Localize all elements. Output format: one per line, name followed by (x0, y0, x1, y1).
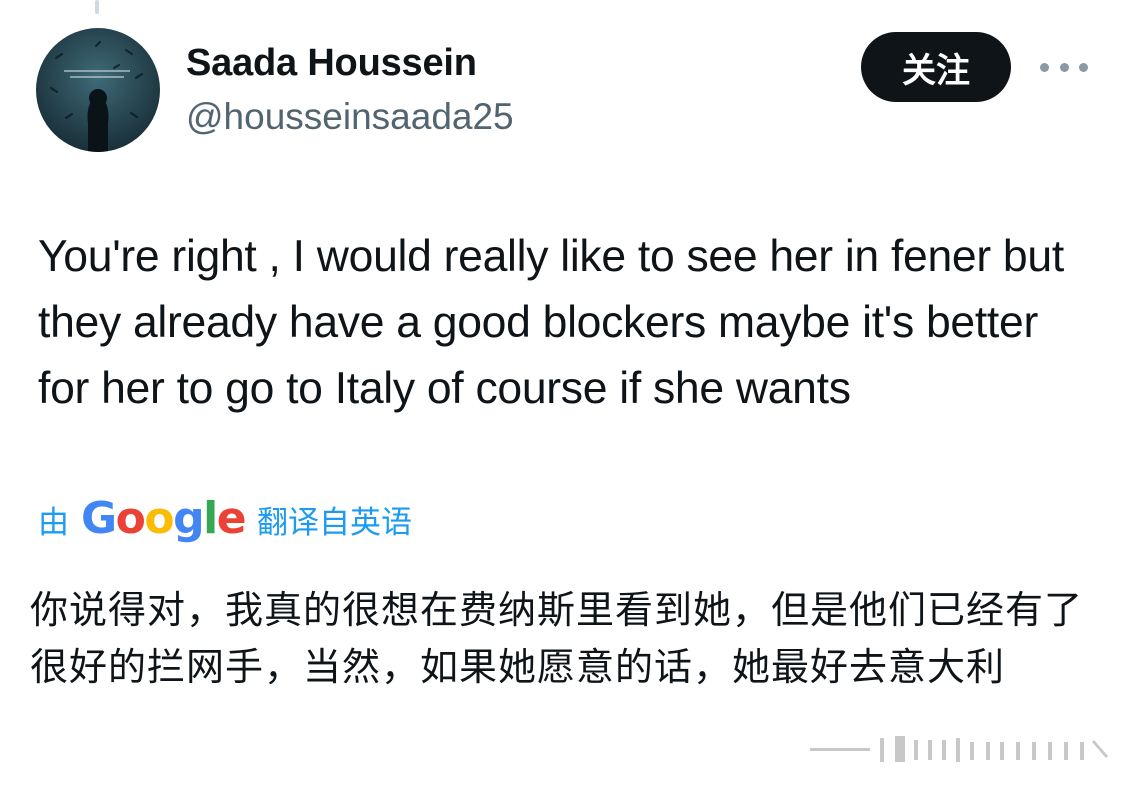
google-logo: Google (81, 493, 247, 544)
more-dot (1040, 62, 1049, 72)
translation-attribution[interactable]: 由 Google 翻译自英语 (38, 494, 412, 544)
more-horizontal-icon[interactable] (1040, 56, 1088, 78)
more-dot (1059, 62, 1069, 72)
avatar[interactable] (36, 28, 160, 152)
translation-source-label: 翻译自英语 (257, 504, 413, 541)
more-dot (1079, 62, 1088, 72)
thread-connector-line (95, 0, 99, 14)
user-handle[interactable]: @housseinsaada25 (186, 96, 514, 138)
follow-button[interactable]: 关注 (861, 32, 1011, 102)
avatar-image (36, 28, 160, 152)
tweet-text: You're right , I would really like to se… (38, 232, 1064, 413)
display-name[interactable]: Saada Houssein (186, 42, 477, 85)
translation-prefix: 由 (38, 504, 69, 541)
translated-text: 你说得对，我真的很想在费纳斯里看到她，但是他们已经有了很好的拦网手，当然，如果她… (30, 588, 1084, 689)
watermark-icon (810, 736, 1108, 762)
